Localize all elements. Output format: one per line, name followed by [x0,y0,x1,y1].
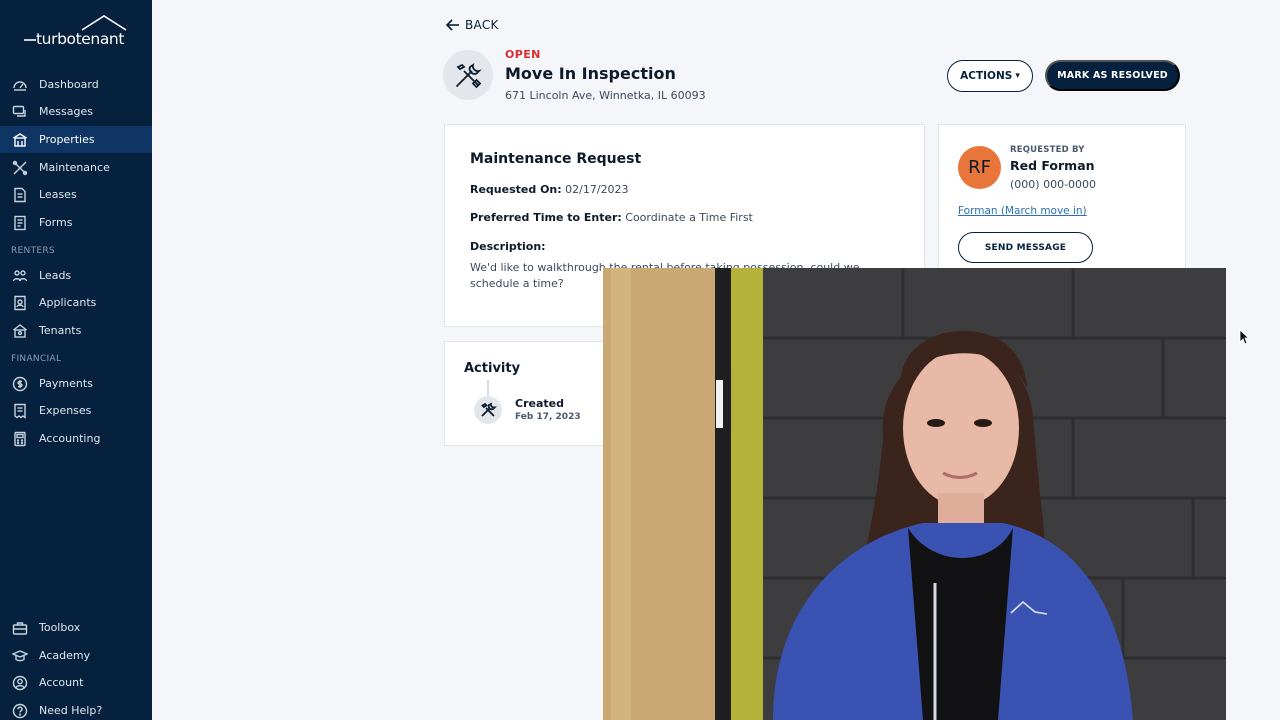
mouse-pointer-icon [1239,329,1249,345]
sidebar-item-label: Account [39,676,84,689]
arrow-left-icon [445,19,459,31]
sidebar-item-label: Expenses [39,404,92,417]
back-button[interactable]: BACK [445,17,499,33]
sidebar-item-label: Payments [39,377,93,390]
sidebar-item-help[interactable]: Need Help? [0,697,152,720]
logo-text: turbotenant [36,30,125,48]
sidebar-item-label: Properties [39,133,95,146]
section-label-financial: FINANCIAL [11,354,62,364]
turbotenant-logo[interactable]: turbotenant [22,14,132,54]
maintenance-request-icon-badge [443,50,493,100]
sidebar-item-accounting[interactable]: Accounting [0,425,152,452]
account-icon [12,675,28,691]
sidebar-item-toolbox[interactable]: Toolbox [0,614,152,641]
tenants-icon [12,323,28,339]
sidebar-item-expenses[interactable]: Expenses [0,397,152,424]
sidebar-item-dashboard[interactable]: Dashboard [0,71,152,98]
forms-icon [12,215,28,231]
activity-heading: Activity [464,361,521,376]
caret-down-icon: ▾ [1015,71,1020,81]
sidebar-item-forms[interactable]: Forms [0,209,152,236]
sidebar-item-academy[interactable]: Academy [0,642,152,669]
section-label-renters: RENTERS [11,246,55,256]
field-value: 02/17/2023 [565,183,629,196]
field-value: Coordinate a Time First [625,211,753,224]
page-title: Move In Inspection [505,64,676,83]
sidebar-item-leases[interactable]: Leases [0,181,152,208]
presenter-video-overlay [603,268,1226,720]
presenter-video-frame [603,268,1226,720]
requester-name: Red Forman [1010,158,1095,173]
accounting-icon [12,431,28,447]
field-label: Requested On: [470,183,562,196]
status-badge: OPEN [505,48,541,61]
sidebar-item-tenants[interactable]: Tenants [0,317,152,344]
sidebar-item-properties[interactable]: Properties [0,126,152,153]
sidebar-item-maintenance[interactable]: Maintenance [0,154,152,181]
preferred-time-field: Preferred Time to Enter: Coordinate a Ti… [470,211,753,224]
requested-on-field: Requested On: 02/17/2023 [470,183,629,196]
wrench-screwdriver-icon [455,62,482,89]
sidebar-item-messages[interactable]: Messages [0,98,152,125]
send-message-button[interactable]: SEND MESSAGE [958,232,1093,263]
actions-dropdown-button[interactable]: ACTIONS ▾ [947,60,1033,92]
sidebar-item-label: Leases [39,188,77,201]
expenses-icon [12,403,28,419]
sidebar-item-applicants[interactable]: Applicants [0,289,152,316]
leads-icon [12,268,28,284]
sidebar-item-label: Toolbox [39,621,81,634]
maintenance-icon [12,160,28,176]
mark-as-resolved-button[interactable]: MARK AS RESOLVED [1045,60,1180,91]
help-icon [12,703,28,719]
applicants-icon [12,295,28,311]
sidebar-item-label: Maintenance [39,161,110,174]
sidebar-item-account[interactable]: Account [0,669,152,696]
timeline-connector [487,380,489,396]
sidebar-item-label: Tenants [39,324,82,337]
sidebar-item-label: Messages [39,105,93,118]
sidebar-item-label: Need Help? [39,704,103,717]
toolbox-icon [12,620,28,636]
lease-link[interactable]: Forman (March move in) [958,205,1087,217]
field-label: Preferred Time to Enter: [470,211,622,224]
academy-icon [12,648,28,664]
requested-by-label: REQUESTED BY [1010,145,1085,155]
activity-entry-title: Created [515,397,564,410]
dashboard-icon [12,77,28,93]
requester-card: RF REQUESTED BY Red Forman (000) 000-000… [938,124,1186,284]
sidebar-item-label: Dashboard [39,78,99,91]
sidebar-item-label: Accounting [39,432,101,445]
actions-label: ACTIONS [960,70,1013,82]
activity-card: Activity Created Feb 17, 2023 [444,341,614,446]
card-heading: Maintenance Request [470,151,642,167]
messages-icon [12,104,28,120]
activity-entry-date: Feb 17, 2023 [515,412,581,422]
property-address: 671 Lincoln Ave, Winnetka, IL 60093 [505,89,706,102]
sidebar-item-payments[interactable]: Payments [0,370,152,397]
sidebar-item-leads[interactable]: Leads [0,262,152,289]
sidebar: turbotenant Dashboard Messages Propertie… [0,0,152,720]
back-label: BACK [465,18,499,32]
wrench-screwdriver-icon [481,402,497,417]
sidebar-item-label: Academy [39,649,91,662]
sidebar-item-label: Forms [39,216,73,229]
avatar: RF [958,146,1001,189]
activity-entry-icon [474,396,502,424]
sidebar-item-label: Applicants [39,296,97,309]
description-label: Description: [470,240,546,253]
sidebar-item-label: Leads [39,269,72,282]
requester-phone: (000) 000-0000 [1010,178,1097,191]
leases-icon [12,187,28,203]
properties-icon [12,132,28,148]
payments-icon [12,376,28,392]
